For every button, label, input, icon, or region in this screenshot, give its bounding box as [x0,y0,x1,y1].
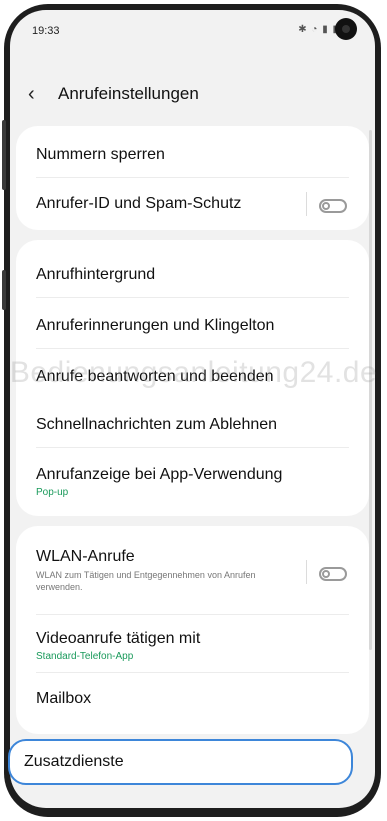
list-item-mailbox[interactable]: Mailbox [36,690,349,708]
status-time: 19:33 [32,25,60,37]
item-label: Nummern sperren [36,146,165,163]
item-description: WLAN zum Tätigen und Entgegennehmen von … [36,570,256,592]
list-item-nummern-sperren[interactable]: Nummern sperren [36,146,349,164]
divider [36,348,349,349]
wlan-calls-toggle[interactable] [319,567,347,581]
list-item-videoanrufe[interactable]: Videoanrufe tätigen mit Standard-Telefon… [36,630,349,662]
volume-button [2,120,6,190]
divider [306,192,307,216]
item-label: Anrufhintergrund [36,266,156,283]
divider [36,672,349,673]
item-label: Zusatzdienste [24,753,124,770]
page-title: Anrufeinstellungen [58,84,199,103]
divider [36,177,349,178]
item-label: Videoanrufe tätigen mit [36,630,201,647]
list-item-schnellnachrichten[interactable]: Schnellnachrichten zum Ablehnen [36,416,349,434]
list-item-zusatzdienste[interactable]: Zusatzdienste [8,739,353,785]
item-value: Pop-up [36,487,69,498]
list-item-anrufer-id[interactable]: Anrufer-ID und Spam-Schutz [36,195,349,213]
settings-group-3: WLAN-Anrufe WLAN zum Tätigen und Entgege… [16,526,369,734]
front-camera [335,18,357,40]
list-item-anrufanzeige[interactable]: Anrufanzeige bei App-Verwendung Pop-up [36,466,349,498]
list-item-anrufhintergrund[interactable]: Anrufhintergrund [36,266,349,284]
divider [36,447,349,448]
item-value: Standard-Telefon-App [36,651,134,662]
bixby-button [2,270,6,310]
list-item-wlan-anrufe[interactable]: WLAN-Anrufe WLAN zum Tätigen und Entgege… [36,548,349,593]
app-header: ‹ Anrufeinstellungen [10,76,375,112]
item-label: Anrufe beantworten und beenden [36,368,274,385]
settings-group-2: Anrufhintergrund Anruferinnerungen und K… [16,240,369,516]
list-item-anrufe-beantworten[interactable]: Anrufe beantworten und beenden [36,368,349,386]
item-label: WLAN-Anrufe [36,548,135,565]
divider [36,614,349,615]
item-label: Anruferinnerungen und Klingelton [36,317,275,334]
divider [36,297,349,298]
item-label: Anrufanzeige bei App-Verwendung [36,466,283,483]
phone-screen: 19:33 ✱ ◔ ▮ ▮ ‹ Anrufeinstellungen Numme… [10,10,375,808]
status-icons: ✱ ◔ ▮ ▮ [298,24,339,35]
divider [306,560,307,584]
status-bar: 19:33 ✱ ◔ ▮ ▮ [10,10,375,50]
item-label: Anrufer-ID und Spam-Schutz [36,195,242,212]
spam-protection-toggle[interactable] [319,199,347,213]
settings-group-1: Nummern sperren Anrufer-ID und Spam-Schu… [16,126,369,230]
chevron-left-icon[interactable]: ‹ [28,76,35,112]
scrollbar[interactable] [369,130,372,650]
item-label: Schnellnachrichten zum Ablehnen [36,416,278,433]
item-label: Mailbox [36,690,92,707]
list-item-anruferinnerungen[interactable]: Anruferinnerungen und Klingelton [36,317,349,335]
